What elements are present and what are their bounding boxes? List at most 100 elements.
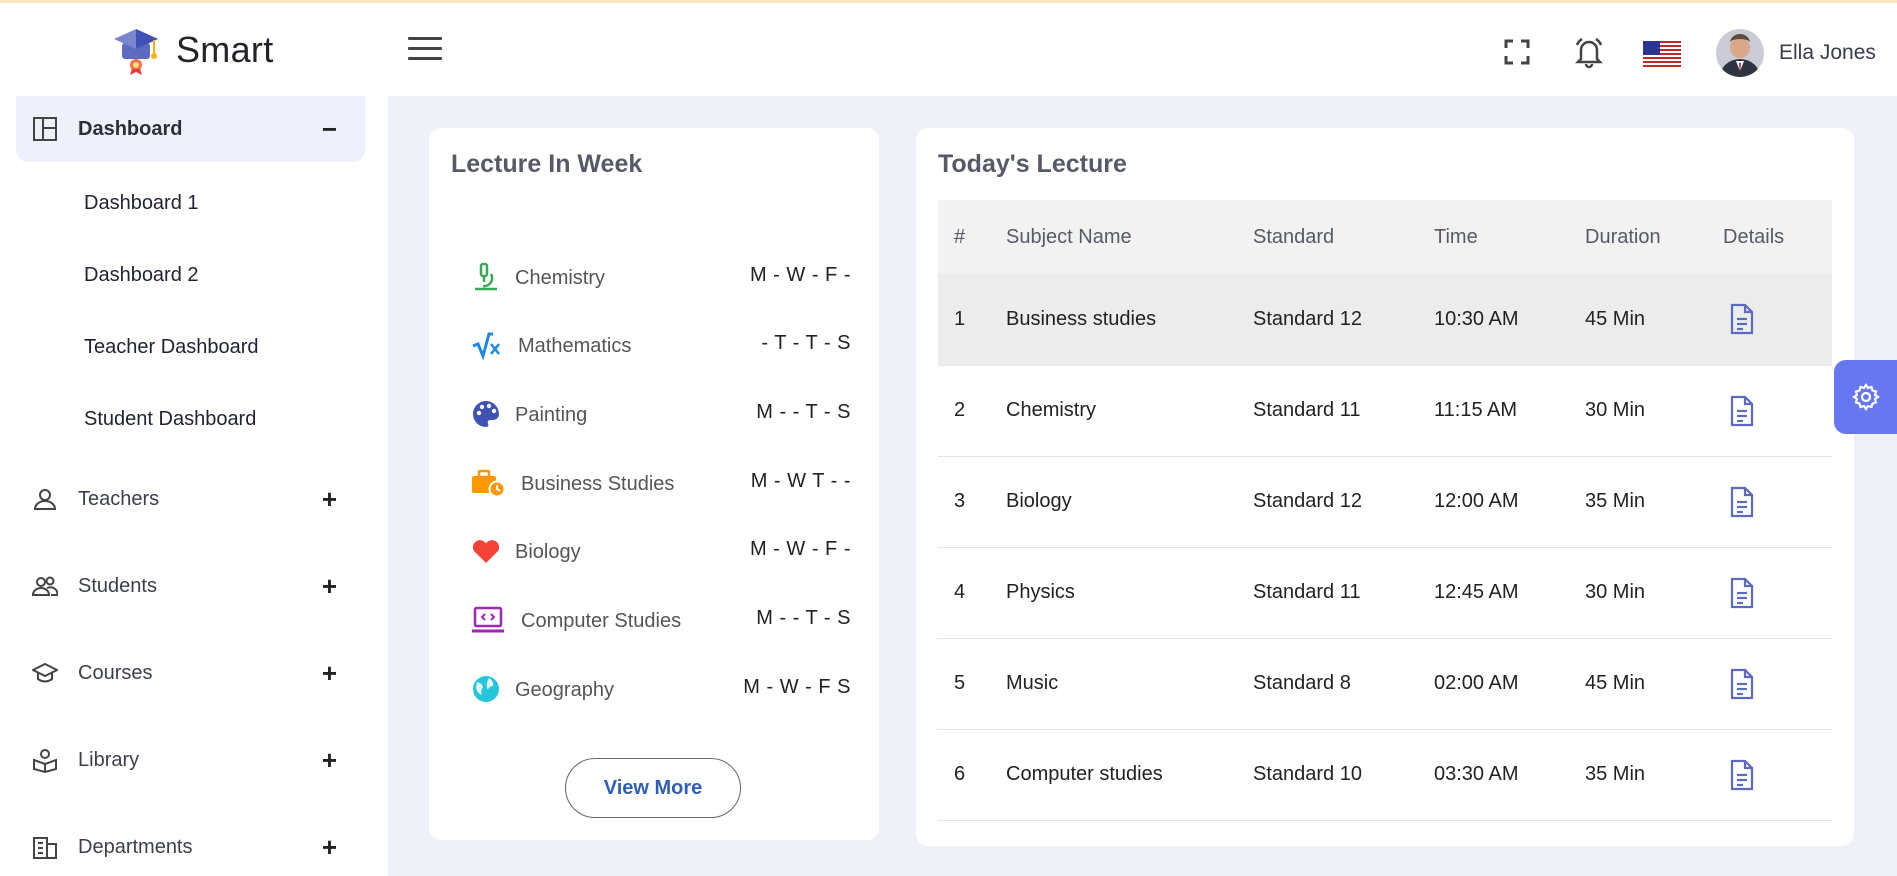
list-item: Computer Studies M - - T - S bbox=[471, 601, 851, 641]
notification-bell-icon[interactable] bbox=[1572, 35, 1606, 69]
time-cell: 12:00 AM bbox=[1434, 456, 1585, 548]
heart-icon bbox=[472, 540, 500, 563]
sidebar-item-label: Library bbox=[78, 748, 140, 771]
list-item: Biology M - W - F - bbox=[471, 532, 851, 572]
briefcase-clock-icon bbox=[472, 469, 505, 498]
column-header[interactable]: Time bbox=[1434, 200, 1585, 274]
sidebar-subitem-dashboard-2[interactable]: Dashboard 2 bbox=[84, 264, 199, 287]
table-row[interactable]: 1 Business studies Standard 12 10:30 AM 45 M… bbox=[938, 274, 1832, 366]
document-details-icon[interactable] bbox=[1729, 395, 1755, 427]
column-header[interactable]: Duration bbox=[1585, 200, 1723, 274]
table-row[interactable]: 2 Chemistry Standard 11 11:15 AM 30 Min bbox=[938, 365, 1832, 457]
us-flag-icon[interactable] bbox=[1643, 41, 1681, 67]
sidebar-item-label: Departments bbox=[78, 835, 193, 858]
fullscreen-icon[interactable] bbox=[1504, 39, 1530, 65]
dashboard-layout-icon bbox=[33, 117, 57, 141]
sidebar-item-label: Students bbox=[78, 574, 157, 597]
sidebar-subitem-dashboard-1[interactable]: Dashboard 1 bbox=[84, 192, 199, 215]
subject-name-cell: Biology bbox=[1006, 456, 1253, 548]
duration-cell: 45 Min bbox=[1585, 274, 1723, 366]
week-subject: Chemistry bbox=[515, 267, 606, 289]
duration-cell: 30 Min bbox=[1585, 547, 1723, 639]
table-row[interactable]: 6 Computer studies Standard 10 03:30 AM 35 M… bbox=[938, 729, 1832, 821]
sidebar-item-courses[interactable]: Courses + bbox=[16, 648, 365, 698]
column-header[interactable]: Standard bbox=[1253, 200, 1434, 274]
document-details-icon[interactable] bbox=[1729, 577, 1755, 609]
expand-icon[interactable]: + bbox=[322, 834, 337, 860]
details-cell bbox=[1723, 274, 1832, 366]
week-days: M - W - F S bbox=[743, 676, 851, 698]
week-days: M - - T - S bbox=[756, 401, 851, 423]
expand-icon[interactable]: + bbox=[322, 747, 337, 773]
lecture-in-week-card: Lecture In Week Chemistry M - W - F - Ma… bbox=[429, 128, 879, 840]
document-details-icon[interactable] bbox=[1729, 303, 1755, 335]
sidebar-item-dashboard[interactable]: Dashboard − bbox=[16, 96, 365, 162]
sidebar-subitem-teacher-dashboard[interactable]: Teacher Dashboard bbox=[84, 336, 259, 359]
document-details-icon[interactable] bbox=[1729, 668, 1755, 700]
list-item: Chemistry M - W - F - bbox=[471, 258, 851, 298]
standard-cell: Standard 11 bbox=[1253, 365, 1434, 457]
subject-name-cell: Music bbox=[1006, 638, 1253, 730]
row-number-cell: 3 bbox=[938, 456, 1006, 548]
table-header-row: # Subject Name Standard Time Duration De… bbox=[938, 200, 1832, 274]
user-name[interactable]: Ella Jones bbox=[1779, 41, 1876, 65]
person-icon bbox=[33, 489, 57, 510]
sidebar-item-library[interactable]: Library + bbox=[16, 735, 365, 785]
sidebar-item-students[interactable]: Students + bbox=[16, 561, 365, 611]
duration-cell: 35 Min bbox=[1585, 729, 1723, 821]
palette-icon bbox=[473, 401, 499, 427]
time-cell: 11:15 AM bbox=[1434, 365, 1585, 457]
gear-icon bbox=[1851, 383, 1880, 411]
microscope-icon bbox=[475, 262, 497, 291]
globe-icon bbox=[473, 676, 499, 702]
people-icon bbox=[32, 576, 58, 596]
document-details-icon[interactable] bbox=[1729, 759, 1755, 791]
settings-button[interactable] bbox=[1834, 360, 1897, 434]
column-header[interactable]: Subject Name bbox=[1006, 200, 1253, 274]
square-root-icon bbox=[472, 332, 500, 360]
card-title: Today's Lecture bbox=[938, 150, 1127, 178]
expand-icon[interactable]: + bbox=[322, 660, 337, 686]
time-cell: 02:00 AM bbox=[1434, 638, 1585, 730]
brand[interactable]: Smart bbox=[112, 25, 274, 75]
row-number-cell: 2 bbox=[938, 365, 1006, 457]
week-days: M - W - F - bbox=[749, 538, 851, 560]
week-subject: Biology bbox=[515, 541, 581, 563]
expand-icon[interactable]: + bbox=[322, 573, 337, 599]
week-subject: Painting bbox=[515, 404, 588, 426]
week-subject: Computer Studies bbox=[521, 610, 682, 632]
menu-toggle-icon[interactable] bbox=[408, 37, 442, 67]
user-avatar[interactable] bbox=[1716, 29, 1764, 77]
table-row[interactable]: 3 Biology Standard 12 12:00 AM 35 Min bbox=[938, 456, 1832, 548]
list-item: Business Studies M - W T - - bbox=[471, 464, 851, 504]
sidebar-item-departments[interactable]: Departments + bbox=[16, 822, 365, 872]
table-row[interactable]: 5 Music Standard 8 02:00 AM 45 Min bbox=[938, 638, 1832, 730]
standard-cell: Standard 8 bbox=[1253, 638, 1434, 730]
sidebar-item-teachers[interactable]: Teachers + bbox=[16, 474, 365, 524]
standard-cell: Standard 12 bbox=[1253, 456, 1434, 548]
top-bar: Smart Ella Jones bbox=[0, 0, 1897, 96]
subject-name-cell: Physics bbox=[1006, 547, 1253, 639]
week-subject: Geography bbox=[515, 679, 614, 701]
list-item: Mathematics - T - T - S bbox=[471, 326, 851, 366]
week-subject: Mathematics bbox=[518, 335, 632, 357]
document-details-icon[interactable] bbox=[1729, 486, 1755, 518]
table-row[interactable]: 4 Physics Standard 11 12:45 AM 30 Min bbox=[938, 547, 1832, 639]
sidebar-subitem-student-dashboard[interactable]: Student Dashboard bbox=[84, 408, 256, 431]
laptop-code-icon bbox=[472, 606, 504, 633]
row-number-cell: 1 bbox=[938, 274, 1006, 366]
sidebar: Dashboard − Dashboard 1 Dashboard 2 Teac… bbox=[0, 96, 388, 876]
collapse-icon[interactable]: − bbox=[322, 116, 337, 142]
view-more-button[interactable]: View More bbox=[565, 758, 741, 818]
expand-icon[interactable]: + bbox=[322, 486, 337, 512]
details-cell bbox=[1723, 729, 1832, 821]
time-cell: 12:45 AM bbox=[1434, 547, 1585, 639]
details-cell bbox=[1723, 365, 1832, 457]
week-subject: Business Studies bbox=[521, 473, 675, 495]
column-header[interactable]: # bbox=[938, 200, 1006, 274]
details-cell bbox=[1723, 638, 1832, 730]
column-header[interactable]: Details bbox=[1723, 200, 1832, 274]
subject-name-cell: Chemistry bbox=[1006, 365, 1253, 457]
week-days: M - - T - S bbox=[756, 607, 851, 629]
sidebar-item-label: Teachers bbox=[78, 487, 160, 510]
